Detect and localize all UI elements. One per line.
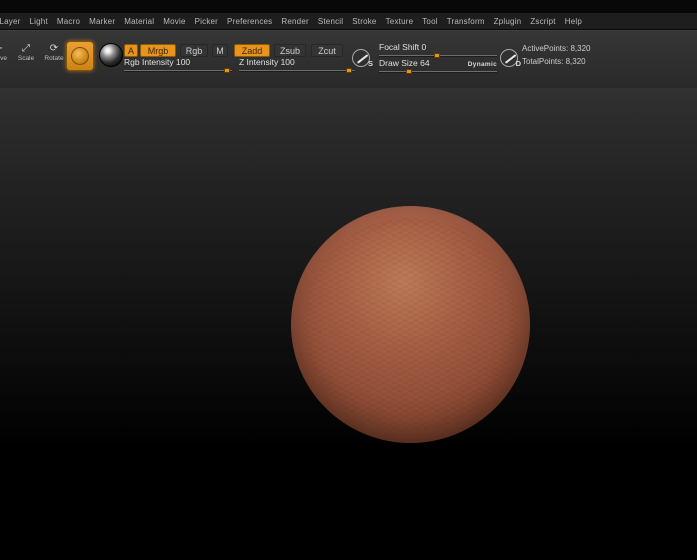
menu-item-texture[interactable]: Texture <box>381 17 418 26</box>
point-stats: ActivePoints: 8,320 TotalPoints: 8,320 <box>522 44 590 66</box>
rotate-label: Rotate <box>44 55 64 62</box>
menu-bar: Layer Light Macro Marker Material Movie … <box>0 13 697 30</box>
active-points-text: ActivePoints: 8,320 <box>522 44 591 53</box>
scale-icon: ⤢ <box>22 43 30 54</box>
menu-item-material[interactable]: Material <box>120 17 159 26</box>
dynamic-label: Dynamic <box>467 61 497 68</box>
a-toggle-button[interactable]: A <box>124 44 138 57</box>
focal-shift-track <box>379 53 497 58</box>
draw-size-handle[interactable] <box>405 69 412 74</box>
menu-item-picker[interactable]: Picker <box>190 17 222 26</box>
menu-item-zplugin[interactable]: Zplugin <box>489 17 526 26</box>
z-intensity-handle[interactable] <box>346 68 353 73</box>
material-sphere-icon[interactable] <box>99 43 123 67</box>
depth-circle-icon[interactable]: D <box>500 49 521 68</box>
menu-item-transform[interactable]: Transform <box>442 17 489 26</box>
z-intensity-slider[interactable]: Z Intensity 100 <box>239 57 355 73</box>
move-label: Move <box>0 55 7 62</box>
focal-shift-slider[interactable]: Focal Shift 0 <box>379 42 497 58</box>
z-intensity-track <box>239 68 355 73</box>
rotate-button[interactable]: ⟳ Rotate <box>40 43 68 62</box>
scale-button[interactable]: ⤢ Scale <box>13 43 39 62</box>
zsub-button[interactable]: Zsub <box>274 44 306 57</box>
mrgb-button[interactable]: Mrgb <box>140 44 176 57</box>
pencil-icon <box>356 54 369 64</box>
total-points-text: TotalPoints: 8,320 <box>522 57 586 66</box>
rgb-intensity-track <box>124 68 232 73</box>
stroke-icon-letter: S <box>367 59 373 68</box>
menu-item-stroke[interactable]: Stroke <box>348 17 381 26</box>
stroke-circle-icon[interactable]: S <box>352 49 373 68</box>
pencil-icon <box>504 54 517 64</box>
move-icon: + <box>0 43 3 54</box>
menu-item-layer[interactable]: Layer <box>0 17 25 26</box>
menu-item-light[interactable]: Light <box>25 17 52 26</box>
menu-item-macro[interactable]: Macro <box>52 17 84 26</box>
draw-mode-button[interactable] <box>66 41 94 71</box>
menu-item-help[interactable]: Help <box>560 17 586 26</box>
zcut-button[interactable]: Zcut <box>311 44 343 57</box>
top-shelf: + Move ⤢ Scale ⟳ Rotate A Mrgb Rgb M Zad… <box>0 30 697 89</box>
viewport-canvas[interactable] <box>0 88 697 560</box>
depth-icon-letter: D <box>515 59 521 68</box>
menu-item-tool[interactable]: Tool <box>418 17 442 26</box>
menu-item-render[interactable]: Render <box>277 17 313 26</box>
rgb-intensity-slider[interactable]: Rgb Intensity 100 <box>124 57 232 73</box>
menu-item-zscript[interactable]: Zscript <box>526 17 560 26</box>
move-button[interactable]: + Move <box>0 43 12 62</box>
draw-size-label: Draw Size 64 <box>379 58 430 68</box>
rgb-intensity-handle[interactable] <box>223 68 230 73</box>
scale-label: Scale <box>17 55 35 62</box>
menu-item-preferences[interactable]: Preferences <box>223 17 277 26</box>
draw-brush-icon <box>71 47 89 65</box>
z-intensity-label: Z Intensity 100 <box>239 57 295 67</box>
window-top-strip <box>0 0 697 13</box>
m-button[interactable]: M <box>212 44 228 57</box>
zadd-button[interactable]: Zadd <box>234 44 270 57</box>
draw-size-track <box>379 69 497 74</box>
focal-shift-label: Focal Shift 0 <box>379 42 427 52</box>
menu-item-movie[interactable]: Movie <box>159 17 190 26</box>
menu-item-stencil[interactable]: Stencil <box>313 17 347 26</box>
sculpt-sphere[interactable] <box>291 206 530 443</box>
zbrush-app: Layer Light Macro Marker Material Movie … <box>0 0 697 560</box>
rotate-icon: ⟳ <box>49 43 59 54</box>
draw-size-slider[interactable]: Draw Size 64 Dynamic <box>379 58 497 74</box>
menu-item-marker[interactable]: Marker <box>85 17 120 26</box>
rgb-button[interactable]: Rgb <box>180 44 208 57</box>
rgb-intensity-label: Rgb Intensity 100 <box>124 57 191 67</box>
